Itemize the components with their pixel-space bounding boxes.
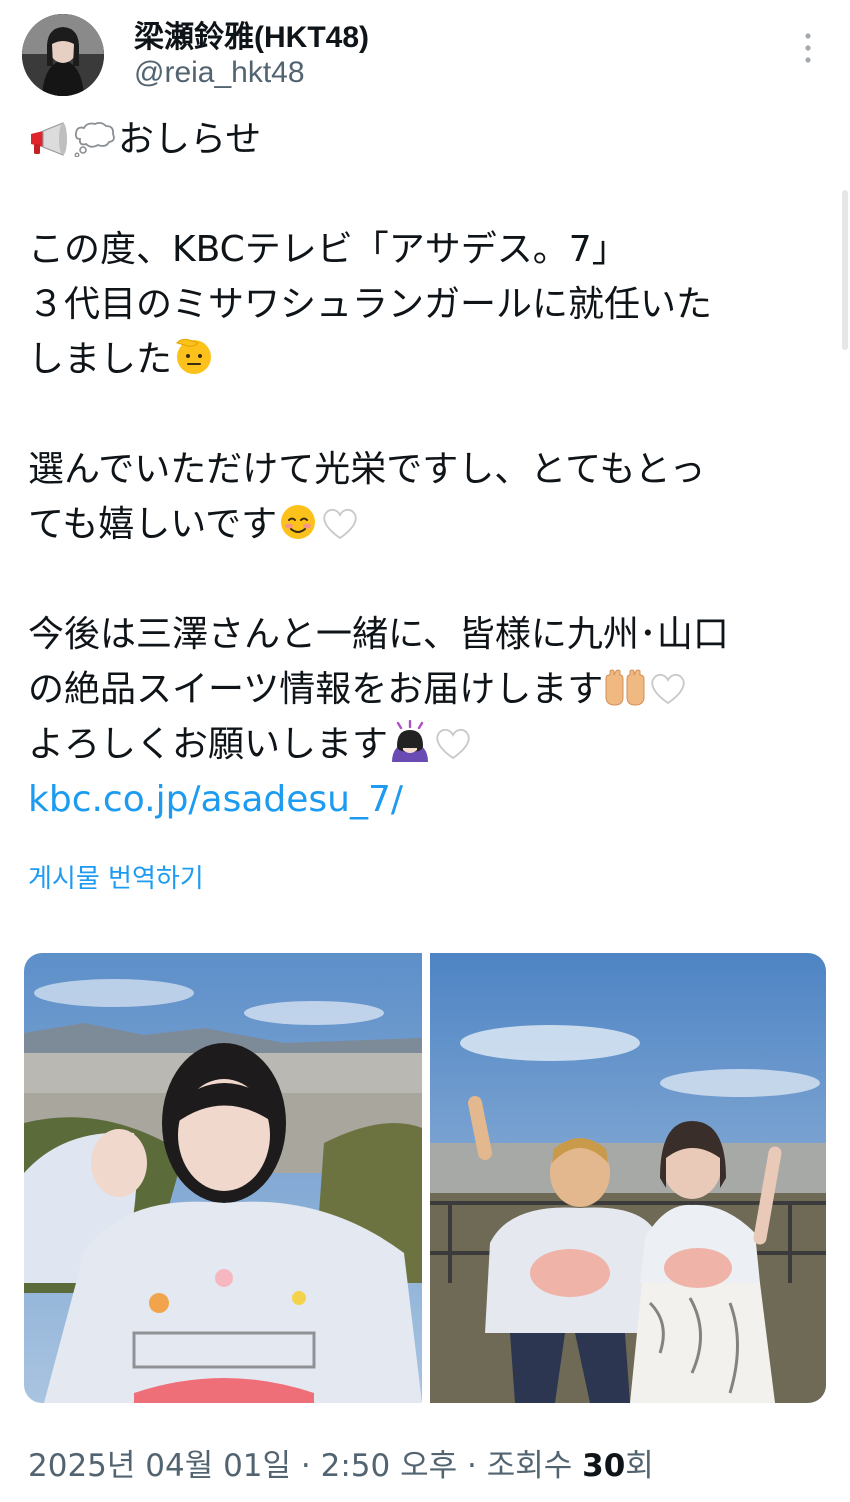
- tweet-line-8: の絶品スイーツ情報をお届けします: [28, 669, 604, 710]
- scrollbar[interactable]: [842, 190, 848, 350]
- white-heart-icon: [432, 723, 474, 778]
- smiling-face-icon: [277, 500, 319, 558]
- tweet-line: おしらせ: [28, 112, 828, 167]
- tweet-line: よろしくお願いします: [28, 717, 828, 772]
- more-options-button[interactable]: [796, 28, 820, 68]
- tweet-text: おしらせ この度、KBCテレビ「アサデス。7」 ３代目のミサワシュランガールに就…: [28, 112, 828, 827]
- meta-separator: ·: [300, 1448, 311, 1484]
- white-heart-icon: [647, 668, 689, 723]
- author-handle[interactable]: @reia_hkt48: [134, 56, 305, 90]
- tweet-photo-1[interactable]: [24, 953, 422, 1403]
- photo-duo: [430, 953, 826, 1403]
- tweet-time[interactable]: 2:50 오후: [321, 1448, 458, 1484]
- tweet-line-9: よろしくお願いします: [28, 724, 389, 765]
- megaphone-icon: [28, 118, 72, 173]
- avatar-image: [22, 14, 104, 96]
- photo-selfie: [24, 953, 422, 1403]
- palms-up-icon: [603, 667, 647, 723]
- more-icon: [805, 33, 811, 63]
- views-label: 조회수: [486, 1448, 573, 1484]
- meta-separator: ·: [467, 1448, 477, 1484]
- tweet-meta: 2025년 04월 01일 · 2:50 오후 · 조회수 30회: [28, 1440, 654, 1485]
- saluting-face-icon: [172, 333, 216, 393]
- tweet-link[interactable]: kbc.co.jp/asadesu_7/: [28, 779, 403, 820]
- author-display-name[interactable]: 梁瀬鈴雅(HKT48): [134, 12, 369, 56]
- tweet-line: しました: [28, 332, 828, 387]
- avatar[interactable]: [22, 14, 104, 96]
- tweet-line: kbc.co.jp/asadesu_7/: [28, 772, 828, 827]
- translate-post-link[interactable]: 게시물 번역하기: [28, 858, 204, 895]
- tweet-line: ても嬉しいです: [28, 497, 828, 552]
- tweet-line-1: おしらせ: [118, 119, 262, 160]
- white-heart-icon: [319, 503, 361, 558]
- tweet-line-5: 選んでいただけて光栄ですし、とてもとっ: [28, 449, 706, 490]
- tweet-line-4: しました: [28, 339, 173, 380]
- views-count: 30: [582, 1448, 626, 1484]
- tweet-line: の絶品スイーツ情報をお届けします: [28, 662, 828, 717]
- tweet-date[interactable]: 2025년 04월 01일: [28, 1448, 291, 1484]
- tweet-header: 梁瀬鈴雅(HKT48) @reia_hkt48: [0, 0, 850, 110]
- views-unit: 회: [625, 1448, 654, 1484]
- tweet-line-2: この度、KBCテレビ「アサデス。7」: [28, 229, 628, 270]
- bowing-woman-icon: [388, 719, 432, 778]
- thought-bubble-icon: [72, 118, 118, 173]
- tweet-line-6: ても嬉しいです: [28, 504, 278, 545]
- tweet-line-3: ３代目のミサワシュランガールに就任いた: [28, 284, 713, 325]
- tweet-line-7: 今後は三澤さんと一緒に、皆様に九州･山口: [28, 614, 729, 655]
- tweet-photo-2[interactable]: [430, 953, 826, 1403]
